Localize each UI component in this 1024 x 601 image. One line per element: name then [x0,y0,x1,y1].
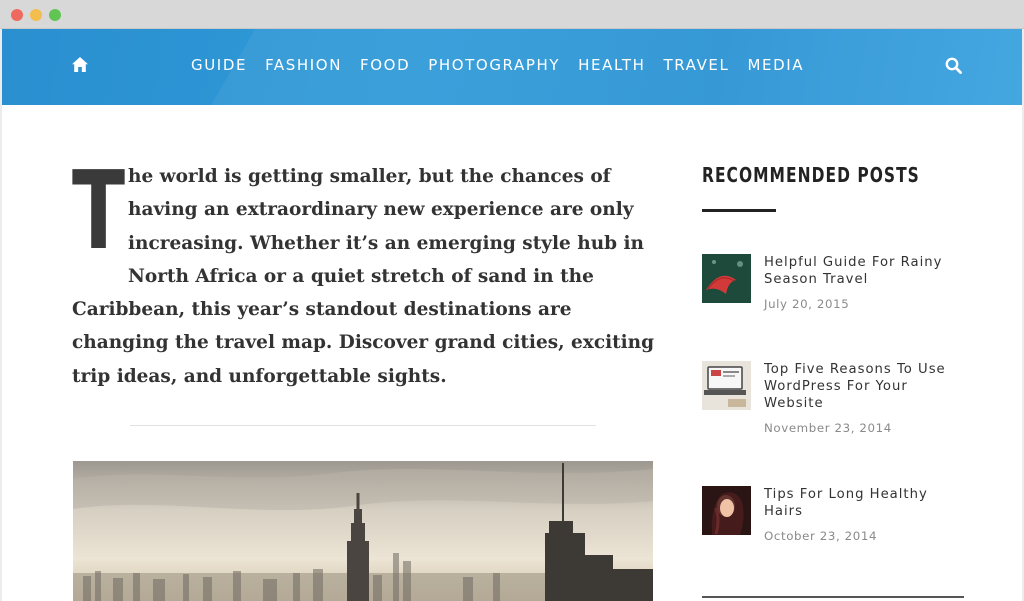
intro-text: he world is getting smaller, but the cha… [72,166,655,387]
nav-item-media[interactable]: MEDIA [747,55,804,75]
nav-item-guide[interactable]: GUIDE [191,55,247,75]
post-thumbnail-hair[interactable] [702,486,751,535]
page-viewport: GUIDE FASHION FOOD PHOTOGRAPHY HEALTH TR… [2,29,1022,601]
post-title[interactable]: Top Five Reasons To Use WordPress For Yo… [764,361,964,412]
close-window-button[interactable] [11,9,23,21]
post-date: July 20, 2015 [764,297,850,311]
maximize-window-button[interactable] [49,9,61,21]
nav-item-travel[interactable]: TRAVEL [663,55,729,75]
nav-item-health[interactable]: HEALTH [578,55,645,75]
post-title[interactable]: Helpful Guide For Rainy Season Travel [764,254,964,288]
post-title[interactable]: Tips For Long Healthy Hairs [764,486,964,520]
article-intro: T he world is getting smaller, but the c… [72,149,657,393]
sidebar-title-underline [702,209,776,212]
nav-item-photography[interactable]: PHOTOGRAPHY [428,55,560,75]
search-icon[interactable] [945,57,962,74]
skyline-illustration [73,461,653,601]
post-date: November 23, 2014 [764,421,892,435]
hero-image-city-skyline[interactable] [73,461,653,601]
post-thumbnail-umbrella[interactable] [702,254,751,303]
sidebar-title: RECOMMENDED POSTS [702,163,920,187]
post-thumbnail-laptop[interactable] [702,361,751,410]
main-navbar: GUIDE FASHION FOOD PHOTOGRAPHY HEALTH TR… [2,29,1022,105]
section-divider [130,425,596,426]
browser-titlebar [0,0,1024,29]
nav-menu: GUIDE FASHION FOOD PHOTOGRAPHY HEALTH TR… [191,55,822,75]
dropcap-letter: T [72,149,126,274]
minimize-window-button[interactable] [30,9,42,21]
nav-item-fashion[interactable]: FASHION [265,55,342,75]
nav-item-food[interactable]: FOOD [360,55,410,75]
sidebar-bottom-divider [702,596,964,598]
post-date: October 23, 2014 [764,529,878,543]
home-icon[interactable] [72,57,88,72]
